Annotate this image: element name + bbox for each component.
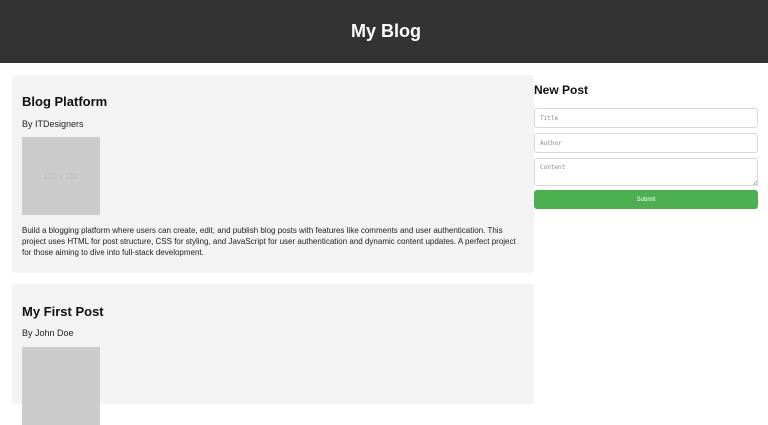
post-title: Blog Platform [22,94,108,109]
site-title: My Blog [351,21,421,41]
author-input[interactable] [534,133,758,153]
new-post-form: New Post Submit [534,82,758,209]
post-body: Build a blogging platform where users ca… [22,226,516,257]
submit-button[interactable]: Submit [534,190,758,209]
resize-grip-icon[interactable] [752,180,757,185]
post-author: By ITDesigners [22,119,84,129]
site-header: My Blog [0,0,768,63]
image-placeholder-label: 100 x 100 [43,171,79,181]
post-card: My First Post By John Doe [12,284,534,425]
post-title: My First Post [22,304,104,319]
title-input[interactable] [534,108,758,128]
post-author: By John Doe [22,328,74,338]
post-image-placeholder: 100 x 100 [22,137,100,215]
post-card: Blog Platform By ITDesigners 100 x 100 B… [12,75,534,273]
new-post-heading: New Post [534,83,589,97]
content-textarea[interactable] [534,158,758,186]
post-image-placeholder [22,347,100,425]
